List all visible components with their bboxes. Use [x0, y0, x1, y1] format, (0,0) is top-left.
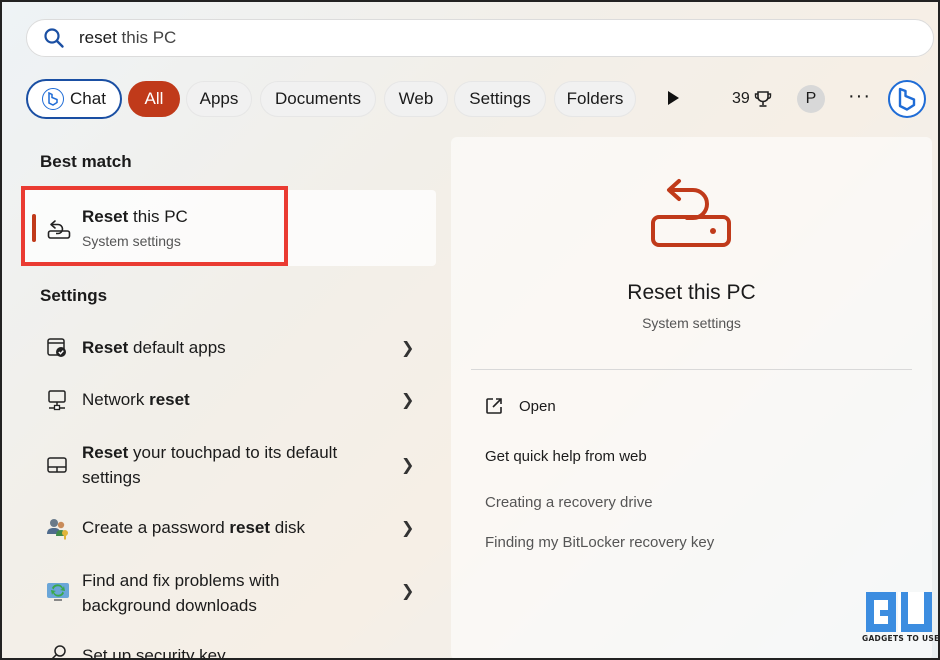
reset-pc-large-icon: [649, 177, 733, 254]
chevron-right-icon: ❯: [401, 520, 415, 537]
tab-apps[interactable]: Apps: [186, 81, 252, 117]
search-query: reset this PC: [79, 28, 177, 47]
troubleshoot-icon: [46, 580, 70, 609]
list-item-network-reset[interactable]: Network reset ❯: [24, 386, 436, 414]
list-item-fix-background-downloads[interactable]: Find and fix problems with background dow…: [24, 567, 436, 619]
settings-heading: Settings: [40, 286, 108, 305]
tab-settings[interactable]: Settings: [454, 81, 546, 117]
list-item-label: Reset your touchpad to its default settin…: [82, 443, 338, 487]
list-item-label: Network reset: [82, 390, 190, 409]
bing-chat-icon[interactable]: [888, 80, 926, 118]
chevron-right-icon: ❯: [401, 340, 415, 357]
more-filters-play-icon[interactable]: [668, 91, 679, 105]
bing-icon: [42, 88, 65, 110]
preview-title: Reset this PC: [627, 281, 756, 304]
avatar[interactable]: P: [797, 85, 825, 113]
list-item-reset-default-apps[interactable]: Reset default apps ❯: [24, 334, 436, 362]
chevron-right-icon: ❯: [401, 392, 415, 409]
trophy-icon: [754, 91, 771, 107]
chat-label: Chat: [70, 89, 106, 108]
annotation-highlight-box: [21, 186, 288, 266]
more-options-icon[interactable]: ···: [848, 85, 871, 108]
avatar-initial: P: [805, 90, 817, 107]
network-icon: [46, 389, 68, 416]
tab-apps-label: Apps: [199, 89, 239, 108]
watermark-text: GADGETS TO USE: [862, 634, 940, 643]
chat-button[interactable]: Chat: [26, 79, 122, 119]
divider: [471, 369, 912, 370]
tab-folders-label: Folders: [566, 89, 624, 108]
open-external-icon: [486, 398, 502, 414]
open-label: Open: [519, 397, 556, 415]
tab-web[interactable]: Web: [384, 81, 448, 117]
help-link-bitlocker-key[interactable]: Finding my BitLocker recovery key: [485, 534, 714, 551]
tab-documents[interactable]: Documents: [260, 81, 376, 117]
tab-all[interactable]: All: [128, 81, 180, 117]
points-count: 39: [732, 90, 750, 107]
chevron-right-icon: ❯: [401, 583, 415, 600]
search-input[interactable]: reset this PC: [26, 19, 934, 57]
tab-documents-label: Documents: [275, 89, 361, 108]
list-item-password-reset-disk[interactable]: Create a password reset disk ❯: [24, 514, 436, 542]
help-link-recovery-drive[interactable]: Creating a recovery drive: [485, 494, 653, 511]
quick-help-heading: Get quick help from web: [485, 448, 647, 465]
tab-web-label: Web: [398, 89, 434, 108]
tab-settings-label: Settings: [469, 89, 531, 108]
rewards-points[interactable]: 39: [732, 89, 773, 109]
preview-subtitle: System settings: [642, 315, 741, 331]
search-icon: [44, 28, 64, 48]
tab-folders[interactable]: Folders: [554, 81, 636, 117]
list-item-label: Find and fix problems with background dow…: [82, 571, 280, 615]
list-item-security-key[interactable]: Set up security key: [24, 642, 436, 660]
touchpad-icon: [46, 454, 68, 481]
list-item-label: Reset default apps: [82, 338, 226, 357]
security-key-icon: [46, 643, 68, 660]
default-apps-icon: [46, 337, 68, 364]
best-match-heading: Best match: [40, 152, 132, 171]
list-item-label: Set up security key: [82, 646, 226, 660]
list-item-reset-touchpad[interactable]: Reset your touchpad to its default settin…: [24, 439, 436, 491]
filter-bar: Chat All Apps Documents Web Settings Fol…: [26, 79, 931, 119]
tab-all-label: All: [144, 89, 164, 108]
preview-panel: Reset this PC System settings Open Get q…: [451, 137, 932, 660]
gadgets-to-use-logo: GADGETS TO USE: [862, 590, 939, 656]
list-item-label: Create a password reset disk: [82, 518, 306, 537]
chevron-right-icon: ❯: [401, 457, 415, 474]
users-key-icon: [46, 516, 70, 545]
open-button[interactable]: Open: [485, 397, 556, 415]
